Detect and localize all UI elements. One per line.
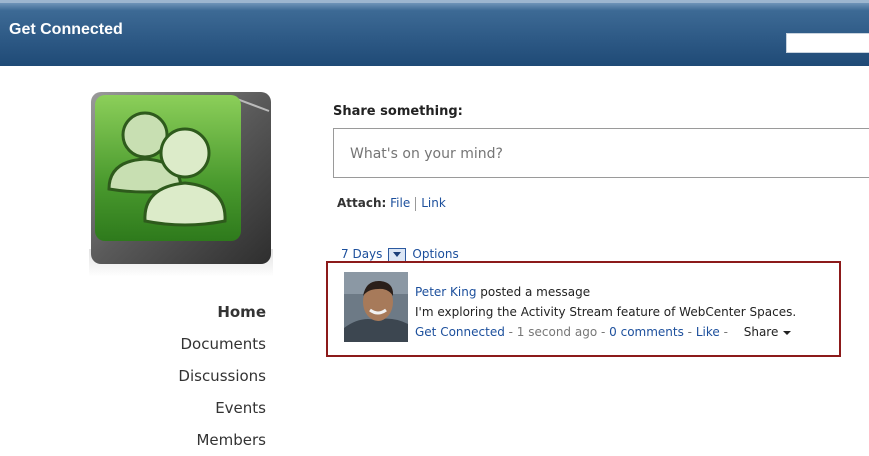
search-input[interactable] (786, 33, 869, 53)
comments-link[interactable]: 0 comments (609, 325, 684, 339)
timestamp: 1 second ago (516, 325, 598, 339)
space-nav: Home Documents Discussions Events Member… (120, 296, 266, 456)
attach-file-link[interactable]: File (390, 196, 410, 210)
space-logo (89, 91, 273, 277)
space-link[interactable]: Get Connected (415, 325, 505, 339)
nav-item-home[interactable]: Home (120, 296, 266, 328)
activity-meta: Get Connected - 1 second ago - 0 comment… (415, 322, 796, 342)
user-photo-icon (344, 272, 408, 342)
share-label: Share something: (333, 104, 463, 119)
attach-label: Attach: (337, 196, 387, 210)
share-dropdown[interactable]: Share (744, 325, 792, 339)
separator (415, 196, 417, 211)
activity-action: posted a message (476, 285, 591, 299)
activity-item: Peter King posted a message I'm explorin… (326, 261, 841, 357)
nav-item-discussions[interactable]: Discussions (120, 360, 266, 392)
activity-text: Peter King posted a message I'm explorin… (415, 282, 796, 342)
attach-row: Attach: File Link (337, 196, 446, 211)
nav-item-members[interactable]: Members (120, 424, 266, 456)
app-header: Get Connected (0, 0, 869, 66)
group-icon (89, 92, 273, 277)
activity-filter: 7 Days Options (341, 247, 459, 262)
time-range-dropdown-icon[interactable] (388, 247, 407, 262)
options-link[interactable]: Options (412, 247, 458, 261)
nav-item-documents[interactable]: Documents (120, 328, 266, 360)
attach-link-link[interactable]: Link (421, 196, 446, 210)
avatar (344, 272, 408, 342)
author-link[interactable]: Peter King (415, 285, 476, 299)
activity-header: Peter King posted a message (415, 282, 796, 302)
nav-item-events[interactable]: Events (120, 392, 266, 424)
page-title: Get Connected (9, 21, 123, 38)
time-range-label: 7 Days (341, 247, 383, 261)
activity-message: I'm exploring the Activity Stream featur… (415, 305, 797, 319)
share-input[interactable] (348, 129, 852, 179)
like-link[interactable]: Like (696, 325, 720, 339)
share-box (333, 128, 869, 179)
